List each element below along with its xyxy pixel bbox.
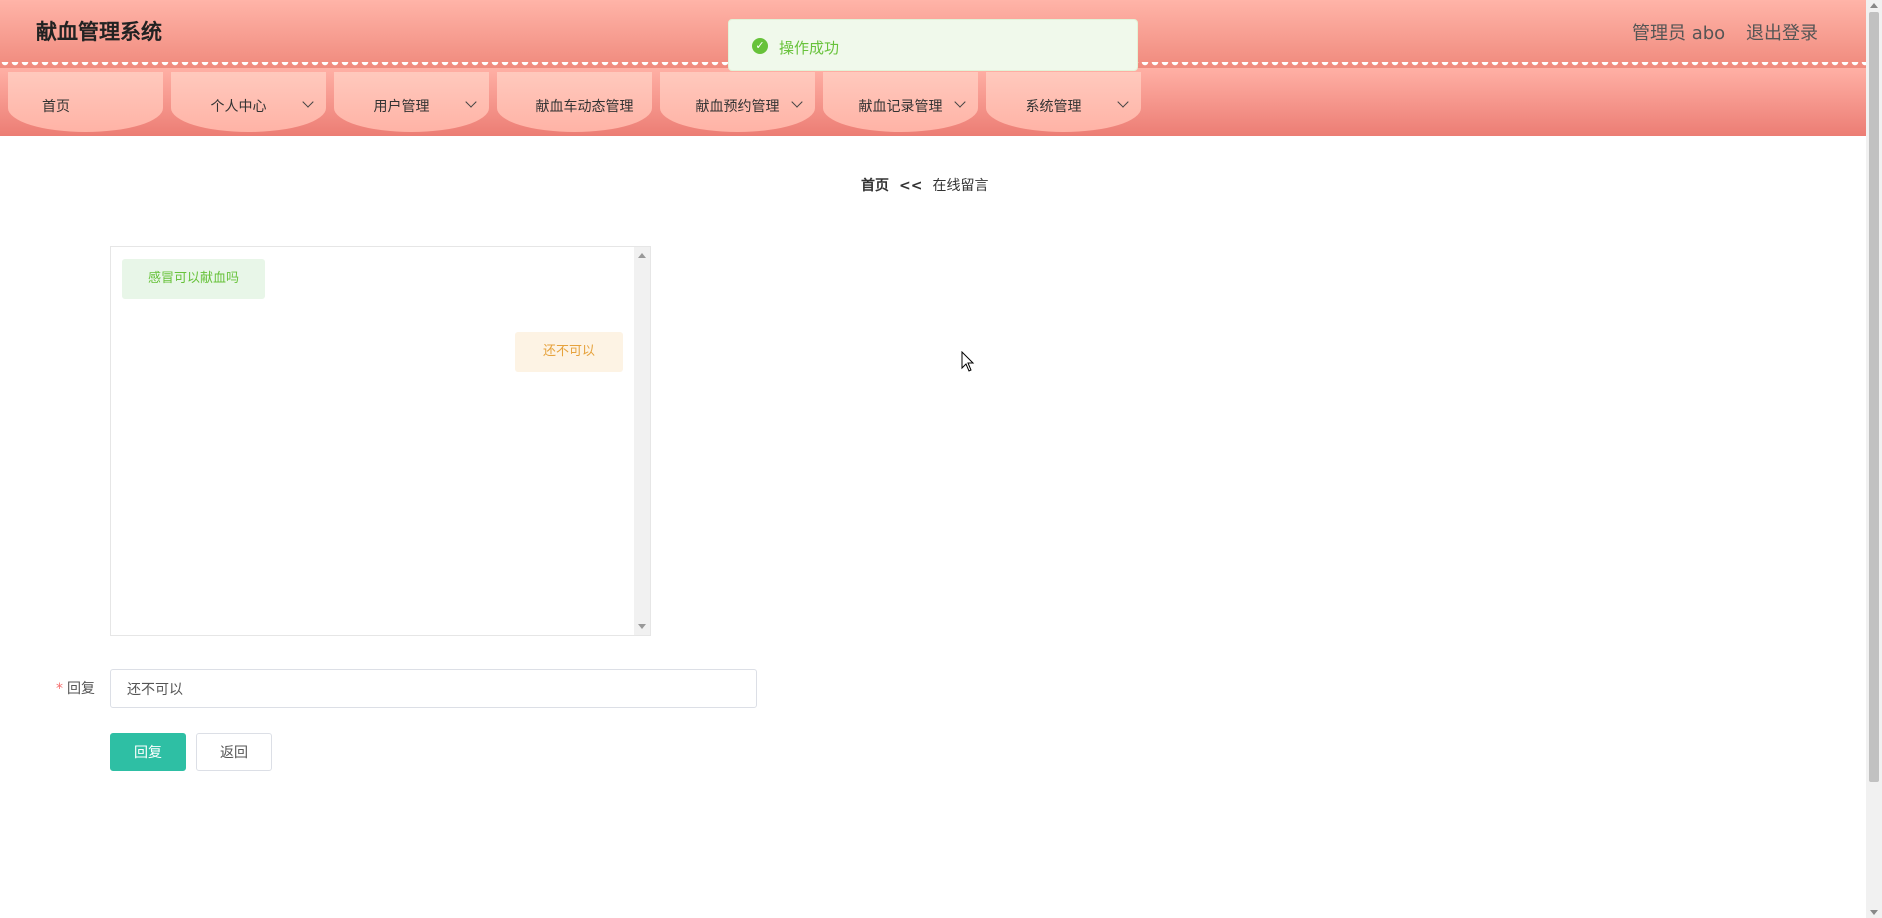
- breadcrumb-current: 在线留言: [932, 178, 989, 194]
- nav-item-system-management[interactable]: 系统管理: [986, 72, 1141, 132]
- scrollbar-thumb[interactable]: [1869, 12, 1879, 782]
- nav-item-label: 用户管理: [373, 99, 430, 115]
- scroll-up-icon[interactable]: [1870, 3, 1878, 8]
- app-title: 献血管理系统: [36, 20, 162, 44]
- main-nav: 首页 个人中心 用户管理 献血车动态管理 献血预约管理 献血记录管理 系统管理: [0, 68, 1866, 136]
- nav-item-appointment-management[interactable]: 献血预约管理: [660, 72, 815, 132]
- nav-item-label: 献血车动态管理: [535, 99, 634, 115]
- user-label: 管理员 abo: [1632, 23, 1726, 44]
- breadcrumb-home[interactable]: 首页: [861, 178, 889, 194]
- success-toast: ✓ 操作成功: [728, 19, 1138, 71]
- nav-item-label: 系统管理: [1025, 99, 1082, 115]
- breadcrumb: 首页 << 在线留言: [861, 175, 988, 195]
- chat-message-user: 感冒可以献血吗: [122, 259, 266, 299]
- nav-item-blood-vehicle[interactable]: 献血车动态管理: [497, 72, 652, 132]
- window-scrollbar[interactable]: [1866, 0, 1882, 918]
- back-button[interactable]: 返回: [196, 733, 272, 771]
- reply-input[interactable]: [110, 669, 757, 708]
- nav-item-home[interactable]: 首页: [8, 72, 163, 132]
- nav-item-label: 献血记录管理: [858, 99, 943, 115]
- toast-message: 操作成功: [779, 39, 840, 57]
- scroll-down-icon[interactable]: [1870, 910, 1878, 915]
- nav-item-personal-center[interactable]: 个人中心: [171, 72, 326, 132]
- nav-item-record-management[interactable]: 献血记录管理: [823, 72, 978, 132]
- reply-button[interactable]: 回复: [110, 733, 186, 771]
- mouse-cursor-icon: [961, 351, 975, 372]
- breadcrumb-separator: <<: [899, 178, 923, 194]
- scroll-down-icon[interactable]: [638, 624, 646, 629]
- chat-history[interactable]: 感冒可以献血吗 还不可以: [110, 246, 651, 636]
- chat-message-reply: 还不可以: [515, 332, 623, 372]
- reply-label-text: 回复: [67, 681, 95, 697]
- logout-link[interactable]: 退出登录: [1746, 19, 1818, 45]
- nav-item-label: 个人中心: [210, 99, 267, 115]
- required-mark: *: [56, 681, 63, 697]
- check-circle-icon: ✓: [752, 38, 768, 54]
- nav-item-user-management[interactable]: 用户管理: [334, 72, 489, 132]
- scroll-up-icon[interactable]: [638, 253, 646, 258]
- chat-scrollbar[interactable]: [634, 247, 650, 635]
- nav-item-label: 献血预约管理: [695, 99, 780, 115]
- nav-item-label: 首页: [42, 99, 70, 115]
- reply-label: * 回复: [56, 678, 95, 698]
